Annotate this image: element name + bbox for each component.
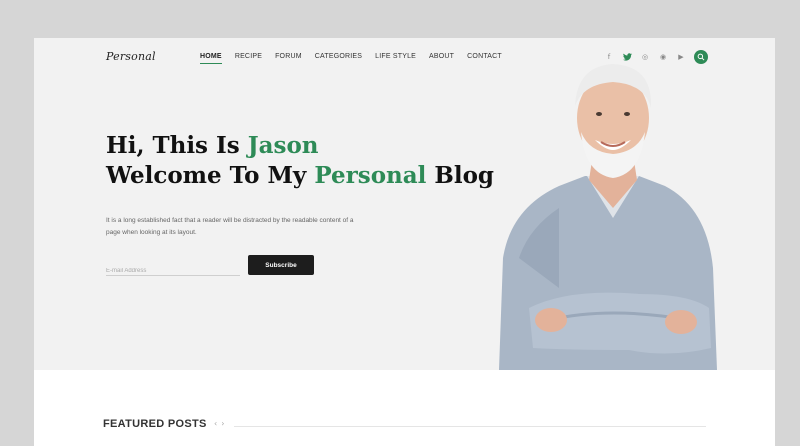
main-nav: HOME RECIPE FORUM CATEGORIES LIFE STYLE …	[200, 53, 515, 64]
hero-description: It is a long established fact that a rea…	[106, 217, 354, 236]
email-input[interactable]	[106, 262, 240, 280]
featured-posts-nav: ‹ ›	[214, 419, 224, 428]
featured-posts-title: FEATURED POSTS	[103, 418, 207, 430]
hero-heading-line-1: Hi, This Is Jason	[106, 132, 319, 159]
nav-item-forum[interactable]: FORUM	[275, 53, 302, 60]
section-divider	[234, 426, 706, 427]
subscribe-button[interactable]: Subscribe	[248, 255, 314, 275]
featured-section	[34, 370, 775, 446]
nav-item-about[interactable]: ABOUT	[429, 53, 454, 60]
email-field[interactable]	[106, 257, 240, 280]
hero-heading: Hi, This Is Jason Welcome To My Personal…	[106, 131, 494, 191]
hero-portrait-image	[499, 64, 717, 370]
nav-item-categories[interactable]: CATEGORIES	[315, 53, 362, 60]
nav-item-home[interactable]: HOME	[200, 53, 222, 64]
page: Personal HOME RECIPE FORUM CATEGORIES LI…	[34, 38, 775, 446]
nav-item-lifestyle[interactable]: LIFE STYLE	[375, 53, 416, 60]
nav-item-recipe[interactable]: RECIPE	[235, 53, 262, 60]
site-logo[interactable]: Personal	[106, 50, 156, 63]
hero-heading-line-2: Welcome To My Personal Blog	[106, 162, 495, 189]
prev-arrow-icon[interactable]: ‹	[214, 419, 217, 428]
next-arrow-icon[interactable]: ›	[221, 419, 224, 428]
